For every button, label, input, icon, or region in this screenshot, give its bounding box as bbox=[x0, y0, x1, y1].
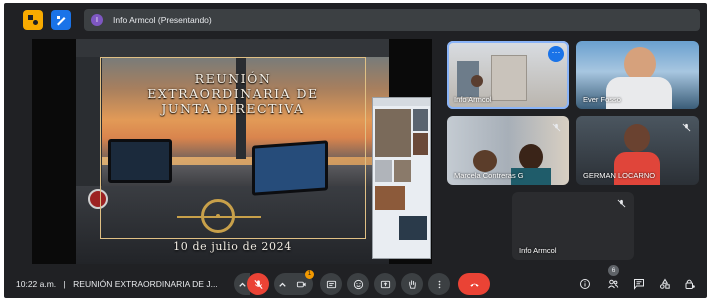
mic-off-icon bbox=[253, 279, 263, 289]
hand-icon bbox=[408, 279, 416, 289]
chevron-up-icon bbox=[238, 282, 246, 287]
chat-button[interactable] bbox=[630, 275, 648, 293]
host-controls-button[interactable] bbox=[681, 275, 699, 293]
participant-tile[interactable]: ··· Info Armcol bbox=[447, 41, 569, 109]
meeting-info: 10:22 a.m. | REUNIÓN EXTRAORDINARIA DE J… bbox=[16, 279, 218, 289]
participant-name: Info Armcol bbox=[519, 246, 557, 255]
meeting-details-button[interactable] bbox=[576, 275, 594, 293]
activities-button[interactable] bbox=[23, 10, 43, 30]
info-icon bbox=[580, 279, 590, 289]
participant-tile[interactable]: GERMAN LOCARNO bbox=[576, 116, 699, 185]
layout-button[interactable] bbox=[51, 10, 71, 30]
camera-icon bbox=[296, 281, 306, 287]
captions-button[interactable] bbox=[320, 273, 342, 295]
presentation-slide: REUNIÓN EXTRAORDINARIA DE JUNTA DIRECTIV… bbox=[76, 39, 389, 264]
participant-name: GERMAN LOCARNO bbox=[583, 171, 656, 180]
shapes-icon bbox=[660, 278, 670, 289]
clock: 10:22 a.m. bbox=[16, 279, 57, 289]
avatar bbox=[473, 150, 497, 172]
participant-tile[interactable]: Ever Fosso bbox=[576, 41, 699, 109]
avatar bbox=[624, 124, 650, 152]
emoji-icon bbox=[353, 279, 363, 289]
raise-hand-button[interactable] bbox=[401, 273, 423, 295]
more-options-button[interactable] bbox=[428, 273, 450, 295]
participant-name: Marcela Contreras G bbox=[454, 171, 524, 180]
reactions-button[interactable] bbox=[347, 273, 369, 295]
present-screen-icon bbox=[380, 280, 390, 288]
shapes-icon bbox=[28, 15, 38, 25]
activities-button[interactable] bbox=[656, 275, 674, 293]
edit-layout-icon bbox=[57, 16, 66, 26]
inset-meeting-screenshot bbox=[372, 97, 431, 259]
camera-options-button[interactable] bbox=[274, 273, 290, 295]
people-icon bbox=[608, 279, 619, 289]
presenter-avatar: I bbox=[91, 14, 103, 26]
people-button[interactable] bbox=[604, 275, 622, 293]
avatar bbox=[471, 75, 483, 87]
muted-mic-icon bbox=[551, 122, 561, 132]
meeting-title: REUNIÓN EXTRAORDINARIA DE J... bbox=[73, 279, 218, 289]
avatar bbox=[624, 47, 656, 81]
lock-person-icon bbox=[685, 279, 695, 289]
more-vert-icon bbox=[438, 280, 440, 288]
chevron-up-icon bbox=[278, 282, 286, 287]
leave-call-button[interactable] bbox=[458, 273, 490, 295]
muted-mic-icon bbox=[616, 198, 626, 208]
meet-window: I Info Armcol (Presentando) REUNIÓN EXTR… bbox=[4, 3, 707, 298]
notification-badge: 1 bbox=[305, 270, 314, 279]
participant-tile[interactable]: Marcela Contreras G bbox=[447, 116, 569, 185]
more-options-button[interactable]: ··· bbox=[548, 46, 564, 62]
slide-title: REUNIÓN EXTRAORDINARIA DE JUNTA DIRECTIV… bbox=[147, 71, 319, 116]
participant-tile[interactable]: Info Armcol bbox=[512, 192, 634, 260]
chat-icon bbox=[634, 279, 644, 290]
muted-mic-icon bbox=[681, 122, 691, 132]
shared-screen: REUNIÓN EXTRAORDINARIA DE JUNTA DIRECTIV… bbox=[32, 39, 432, 264]
presenting-text: Info Armcol (Presentando) bbox=[113, 15, 212, 25]
slide-date: 10 de julio de 2024 bbox=[173, 240, 292, 253]
hang-up-icon bbox=[469, 283, 479, 287]
avatar bbox=[519, 144, 543, 170]
participant-name: Info Armcol bbox=[454, 95, 492, 104]
captions-icon bbox=[326, 280, 336, 288]
present-button[interactable] bbox=[374, 273, 396, 295]
mic-toggle-button[interactable] bbox=[247, 273, 269, 295]
presenting-banner: I Info Armcol (Presentando) bbox=[84, 9, 700, 31]
participant-name: Ever Fosso bbox=[583, 95, 621, 104]
